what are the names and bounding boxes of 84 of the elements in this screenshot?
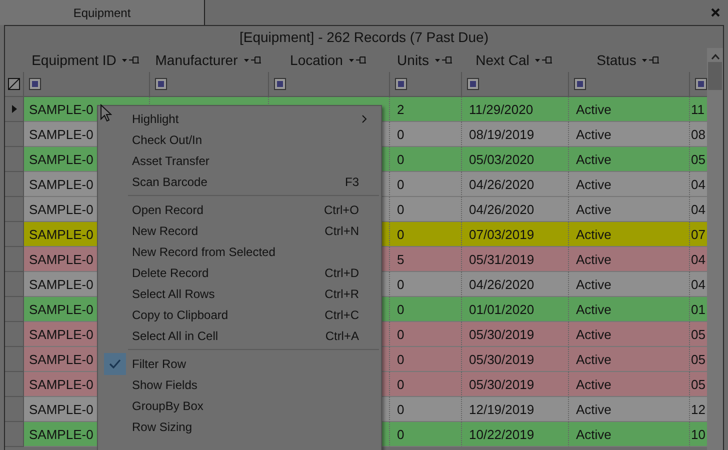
current-row-icon [12,105,16,113]
table-cell: 05/31/2019 [462,247,569,272]
filter-pin-icon[interactable] [642,56,660,64]
table-cell: 10/22/2019 [462,422,569,447]
table-cell: Active [569,297,690,322]
column-header[interactable]: Location [290,52,343,68]
table-cell: 0 [390,272,462,297]
filter-operator-icon[interactable] [574,78,586,90]
table-cell: Active [569,347,690,372]
table-cell: 08/19/2019 [462,122,569,147]
filter-operator-icon[interactable] [395,78,407,90]
table-cell: 04/26/2020 [462,172,569,197]
filter-pin-icon[interactable] [348,56,367,64]
table-cell: 0 [390,197,462,222]
table-cell: 10 [690,422,707,447]
table-cell: 05/30/2019 [462,372,569,397]
table-cell: 0 [390,297,462,322]
table-cell: Active [569,122,690,147]
table-cell: 05/30/2019 [462,347,569,372]
column-header[interactable]: Status [596,52,636,68]
table-cell: 5 [390,247,462,272]
filter-operator-icon[interactable] [155,78,167,90]
table-cell: 05 [690,322,707,347]
filter-operator-icon[interactable] [274,78,286,90]
table-cell: Active [569,147,690,172]
close-icon[interactable] [711,8,720,17]
table-cell: 12/19/2019 [462,397,569,422]
table-cell: Active [569,322,690,347]
table-cell: 04/26/2020 [462,272,569,297]
table-cell: Active [569,397,690,422]
table-cell: 0 [390,172,462,197]
filter-clear-icon[interactable] [8,78,20,90]
table-cell: 04/26/2020 [462,197,569,222]
filter-operator-icon[interactable] [467,78,479,90]
table-cell: Active [569,372,690,397]
filter-operator-icon[interactable] [695,78,707,90]
table-cell: 11 [690,97,707,122]
table-cell: 04 [690,247,707,272]
table-cell: 12 [690,397,707,422]
table-cell: 05 [690,372,707,397]
equipment-tab[interactable]: Equipment [0,0,205,25]
filter-pin-icon[interactable] [244,56,262,64]
column-header[interactable]: Next Cal [476,52,530,68]
table-cell: 0 [390,397,462,422]
table-cell: 04 [690,272,707,297]
table-cell: 0 [390,322,462,347]
scrollbar[interactable] [707,48,723,450]
grid-title: [Equipment] - 262 Records (7 Past Due) [238,28,490,47]
table-cell: 01/01/2020 [462,297,569,322]
table-cell: 0 [390,147,462,172]
table-cell: 0 [390,222,462,247]
table-cell: 05/03/2020 [462,147,569,172]
table-cell: 0 [390,372,462,397]
filter-pin-icon[interactable] [434,56,453,64]
check-icon [109,358,121,368]
table-cell: 07 [690,222,707,247]
table-cell: 01 [690,297,707,322]
table-cell: Active [569,422,690,447]
table-cell: 2 [390,97,462,122]
scroll-thumb[interactable] [708,62,722,90]
table-cell: 0 [390,347,462,372]
table-cell: 05 [690,347,707,372]
table-cell: Active [569,272,690,297]
table-cell: 0 [390,122,462,147]
table-cell: 08 [690,122,707,147]
table-cell: Active [569,222,690,247]
table-cell: Active [569,247,690,272]
filter-operator-icon[interactable] [29,78,41,90]
table-cell: 05 [690,147,707,172]
table-cell: Active [569,197,690,222]
table-cell: Active [569,97,690,122]
filter-pin-icon[interactable] [535,56,554,64]
table-cell: 0 [390,422,462,447]
scroll-up-icon[interactable] [710,54,720,60]
table-cell: 05/30/2019 [462,322,569,347]
table-cell: 07/03/2019 [462,222,569,247]
column-header[interactable]: Units [397,52,429,68]
column-header[interactable]: Equipment ID [32,52,116,68]
filter-pin-icon[interactable] [122,56,140,64]
table-cell: Active [569,172,690,197]
table-cell: 04 [690,197,707,222]
table-cell: 11/29/2020 [462,97,569,122]
table-cell: 04 [690,172,707,197]
column-header[interactable]: Manufacturer [155,52,238,68]
